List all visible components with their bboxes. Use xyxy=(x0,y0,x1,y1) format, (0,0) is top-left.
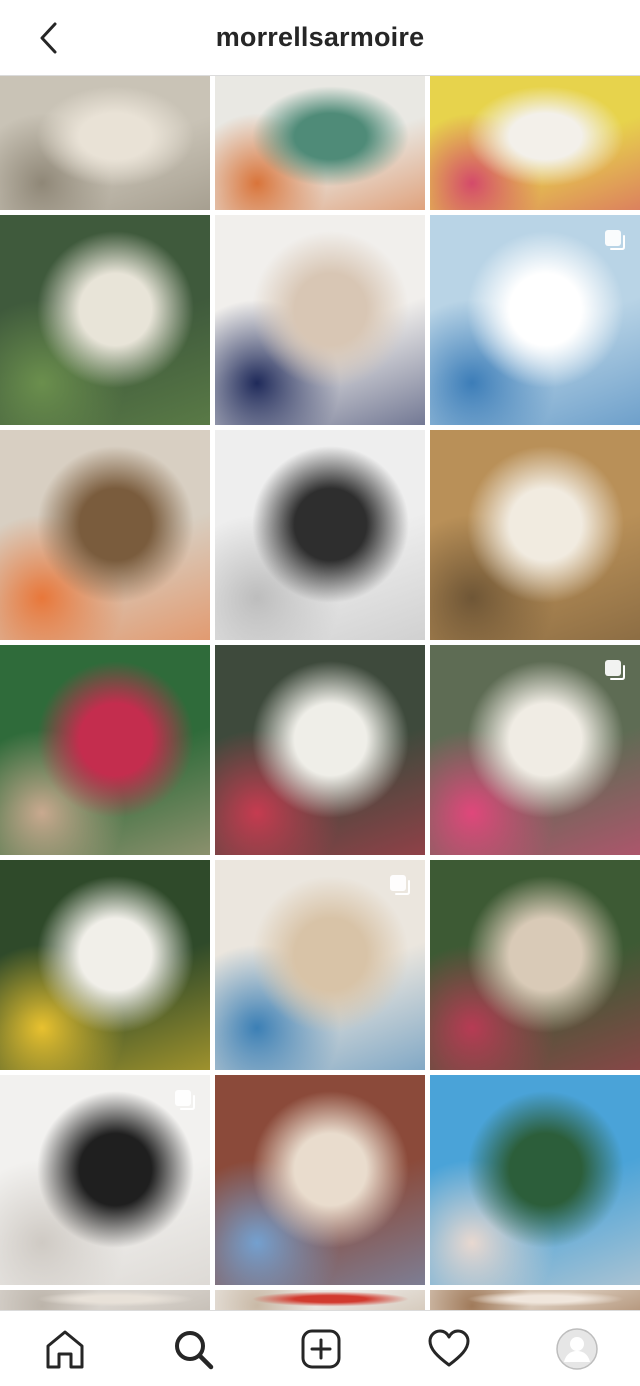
multiple-photos-icon xyxy=(605,230,625,250)
post-image xyxy=(215,645,425,855)
post-thumbnail[interactable] xyxy=(0,430,210,640)
multiple-photos-icon xyxy=(390,875,410,895)
post-thumbnail[interactable] xyxy=(215,645,425,855)
back-button[interactable] xyxy=(26,16,70,60)
home-icon xyxy=(46,1330,84,1369)
post-image xyxy=(0,430,210,640)
profile-avatar-icon xyxy=(556,1328,598,1370)
post-thumbnail[interactable] xyxy=(430,1075,640,1285)
post-thumbnail[interactable] xyxy=(430,1290,640,1310)
post-image xyxy=(430,430,640,640)
activity-heart-icon xyxy=(428,1329,470,1367)
new-post-icon xyxy=(301,1329,341,1369)
post-thumbnail[interactable] xyxy=(0,215,210,425)
post-thumbnail[interactable] xyxy=(0,1290,210,1310)
search-icon xyxy=(175,1331,214,1370)
nav-home-button[interactable] xyxy=(41,1325,89,1373)
post-image xyxy=(0,645,210,855)
post-image xyxy=(430,1290,640,1310)
post-thumbnail[interactable] xyxy=(215,76,425,210)
post-thumbnail[interactable] xyxy=(0,1075,210,1285)
post-thumbnail[interactable] xyxy=(215,430,425,640)
post-thumbnail[interactable] xyxy=(430,645,640,855)
post-image xyxy=(430,860,640,1070)
post-image xyxy=(430,1075,640,1285)
profile-header: morrellsarmoire xyxy=(0,0,640,76)
post-thumbnail[interactable] xyxy=(0,860,210,1070)
profile-username-title: morrellsarmoire xyxy=(215,22,425,52)
post-image xyxy=(215,1075,425,1285)
post-thumbnail[interactable] xyxy=(215,1290,425,1310)
nav-activity-button[interactable] xyxy=(425,1325,473,1373)
post-image xyxy=(0,215,210,425)
nav-new-post-button[interactable] xyxy=(297,1325,345,1373)
post-image xyxy=(0,1290,210,1310)
post-image xyxy=(430,76,640,210)
post-image xyxy=(0,76,210,210)
post-thumbnail[interactable] xyxy=(430,430,640,640)
post-image xyxy=(215,76,425,210)
nav-search-button[interactable] xyxy=(169,1325,217,1373)
nav-profile-button[interactable] xyxy=(553,1325,601,1373)
post-image xyxy=(215,215,425,425)
multiple-photos-icon xyxy=(605,660,625,680)
post-thumbnail[interactable] xyxy=(0,76,210,210)
posts-grid xyxy=(0,76,640,1310)
post-thumbnail[interactable] xyxy=(430,860,640,1070)
post-image xyxy=(215,1290,425,1310)
post-thumbnail[interactable] xyxy=(430,215,640,425)
post-image xyxy=(0,860,210,1070)
post-thumbnail[interactable] xyxy=(430,76,640,210)
post-thumbnail[interactable] xyxy=(215,1075,425,1285)
post-image xyxy=(215,430,425,640)
post-thumbnail[interactable] xyxy=(0,645,210,855)
post-thumbnail[interactable] xyxy=(215,215,425,425)
bottom-navigation-bar xyxy=(0,1310,640,1386)
chevron-left-icon xyxy=(40,22,57,54)
post-thumbnail[interactable] xyxy=(215,860,425,1070)
multiple-photos-icon xyxy=(175,1090,195,1110)
